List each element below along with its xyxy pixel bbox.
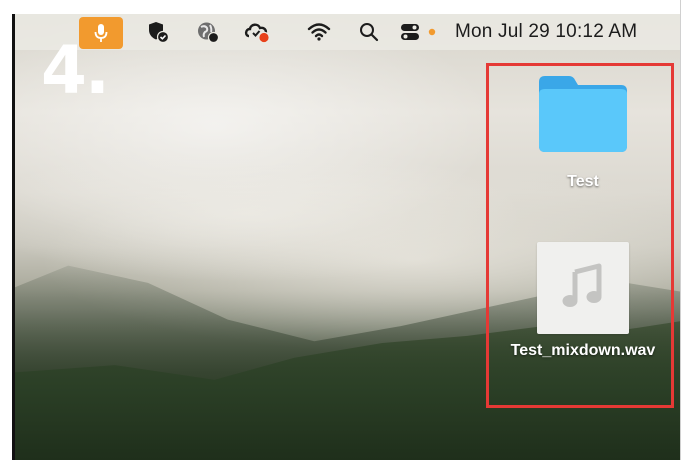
- vpn-status-item[interactable]: [141, 14, 175, 50]
- globe-icon: [196, 20, 220, 44]
- control-center-icon: [399, 22, 421, 42]
- wifi-icon: [307, 22, 331, 42]
- cloud-record-icon: [244, 20, 272, 44]
- status-dot-item: [425, 14, 439, 50]
- globe-status-item[interactable]: [191, 14, 225, 50]
- cloud-status-item[interactable]: [239, 14, 277, 50]
- wifi-status-item[interactable]: [303, 14, 335, 50]
- screenshot-frame: Mon Jul 29 10:12 AM 4. Test Test_mixdown…: [0, 0, 689, 460]
- shield-check-icon: [146, 20, 170, 44]
- highlight-box: [486, 63, 674, 408]
- status-dot-icon: [428, 28, 436, 36]
- step-number: 4.: [41, 32, 110, 109]
- right-border: [680, 0, 681, 460]
- desktop-background: Mon Jul 29 10:12 AM 4. Test Test_mixdown…: [15, 14, 680, 460]
- control-center-item[interactable]: [395, 14, 425, 50]
- menu-bar-clock[interactable]: Mon Jul 29 10:12 AM: [455, 14, 637, 50]
- menu-bar: Mon Jul 29 10:12 AM: [15, 14, 680, 50]
- search-icon: [359, 22, 379, 42]
- spotlight-item[interactable]: [355, 14, 383, 50]
